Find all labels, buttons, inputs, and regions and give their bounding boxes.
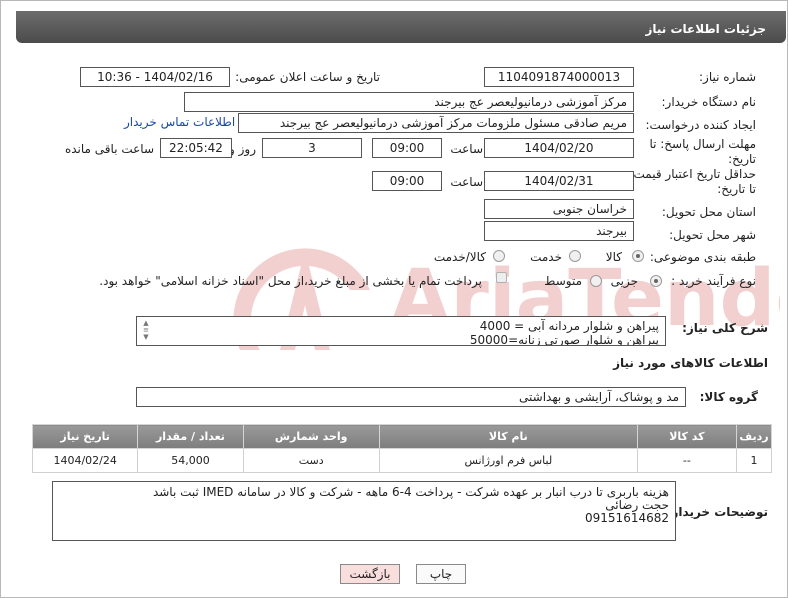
days-remaining-field: 3: [262, 138, 362, 158]
buyer-notes-line-1: هزینه باربری تا درب انبار بر عهده شرکت -…: [152, 485, 669, 499]
buyer-notes-textarea[interactable]: هزینه باربری تا درب انبار بر عهده شرکت -…: [52, 481, 676, 541]
treasury-payment-checkbox[interactable]: [496, 272, 507, 283]
cell-unit: دست: [242, 448, 380, 473]
province-label: استان محل تحویل:: [661, 205, 756, 219]
payment-note: پرداخت تمام یا بخشی از مبلغ خرید،از محل …: [99, 274, 482, 288]
buyer-contact-link[interactable]: اطلاعات تماس خریدار: [124, 115, 235, 129]
table-header-row: ردیف کد کالا نام کالا واحد شمارش تعداد /…: [31, 424, 773, 449]
goods-section-title: اطلاعات کالاهای مورد نیاز: [613, 356, 768, 370]
deadline-time-field: 09:00: [372, 138, 442, 158]
buyer-notes-label: توضیحات خریدار:: [666, 505, 768, 519]
category-label: طبقه بندی موضوعی:: [649, 250, 756, 264]
col-header-row-num: ردیف: [735, 424, 773, 449]
deadline-label-2: تاریخ:: [728, 152, 756, 166]
deadline-date-field: 1404/02/20: [484, 138, 634, 158]
buyer-org-field: مرکز آموزشی درمانیولیعصر عج بیرجند: [184, 92, 634, 112]
remaining-label: ساعت باقی مانده: [64, 142, 154, 156]
city-field: بیرجند: [484, 221, 634, 241]
requester-field: مریم صادقی مسئول ملزومات مرکز آموزشی درم…: [238, 113, 634, 133]
province-field: خراسان جنوبی: [484, 199, 634, 219]
category-both-radio[interactable]: [493, 250, 505, 262]
col-header-name: نام کالا: [378, 424, 638, 449]
category-goods-text: کالا: [605, 250, 622, 264]
announce-label: تاریخ و ساعت اعلان عمومی:: [235, 70, 380, 84]
category-both-text: کالا/خدمت: [433, 250, 486, 264]
cell-code: --: [636, 448, 737, 473]
validity-label-2: تا تاریخ:: [717, 182, 756, 196]
validity-label-1: حداقل تاریخ اعتبار قیمت:: [629, 167, 756, 181]
col-header-unit: واحد شمارش: [242, 424, 380, 449]
cell-name: لباس فرم اورژانس: [378, 448, 638, 473]
process-partial-radio[interactable]: [650, 275, 662, 287]
buyer-notes-line-3: 09151614682: [585, 511, 669, 525]
validity-date-field: 1404/02/31: [484, 171, 634, 191]
description-line-1: پیراهن و شلوار مردانه آبی = 4000: [479, 319, 659, 333]
deadline-time-label: ساعت: [450, 142, 483, 156]
requester-label: ایجاد کننده درخواست:: [645, 118, 756, 132]
process-medium-radio[interactable]: [590, 275, 602, 287]
process-partial-text: جزیی: [610, 274, 638, 288]
goods-table: ردیف کد کالا نام کالا واحد شمارش تعداد /…: [31, 424, 773, 473]
validity-time-label: ساعت: [450, 175, 483, 189]
description-textarea[interactable]: پیراهن و شلوار مردانه آبی = 4000 پیراهن …: [136, 316, 666, 346]
goods-group-field: مد و پوشاک، آرایشی و بهداشتی: [136, 387, 686, 407]
print-button[interactable]: چاپ: [416, 564, 466, 584]
page-header: جزئیات اطلاعات نیاز: [16, 11, 786, 43]
scroll-down-arrow-icon[interactable]: ▼: [140, 334, 152, 341]
description-line-2: پیراهن و شلوار صورتی زنانه=50000: [469, 333, 659, 346]
col-header-code: کد کالا: [636, 424, 737, 449]
need-number-label: شماره نیاز:: [699, 70, 756, 84]
process-medium-text: متوسط: [544, 274, 582, 288]
description-scroll-control[interactable]: ▲ ≡ ▼: [140, 320, 152, 342]
page-title: جزئیات اطلاعات نیاز: [645, 22, 766, 36]
process-label: نوع فرآیند خرید :: [671, 274, 756, 288]
col-header-quantity: تعداد / مقدار: [137, 424, 244, 449]
goods-group-label: گروه کالا:: [699, 390, 758, 404]
category-goods-radio[interactable]: [632, 250, 644, 262]
cell-date: 1404/02/24: [31, 448, 139, 473]
days-label: روز و: [229, 142, 256, 156]
cell-row-num: 1: [735, 448, 773, 473]
deadline-label-1: مهلت ارسال پاسخ: تا: [649, 137, 756, 151]
description-label: شرح کلی نیاز:: [682, 321, 768, 335]
category-service-text: خدمت: [530, 250, 562, 264]
city-label: شهر محل تحویل:: [669, 228, 756, 242]
remaining-time-field: 22:05:42: [160, 138, 232, 158]
back-button[interactable]: بازگشت: [340, 564, 400, 584]
buyer-notes-line-2: حجت رضائی: [605, 498, 669, 512]
table-row: 1 -- لباس فرم اورژانس دست 54,000 1404/02…: [31, 448, 773, 473]
need-number-field: 1104091874000013: [484, 67, 634, 87]
validity-time-field: 09:00: [372, 171, 442, 191]
category-service-radio[interactable]: [569, 250, 581, 262]
col-header-date: تاریخ نیاز: [31, 424, 139, 449]
announce-field: 1404/02/16 - 10:36: [80, 67, 230, 87]
cell-quantity: 54,000: [137, 448, 244, 473]
buyer-org-label: نام دستگاه خریدار:: [661, 95, 757, 109]
